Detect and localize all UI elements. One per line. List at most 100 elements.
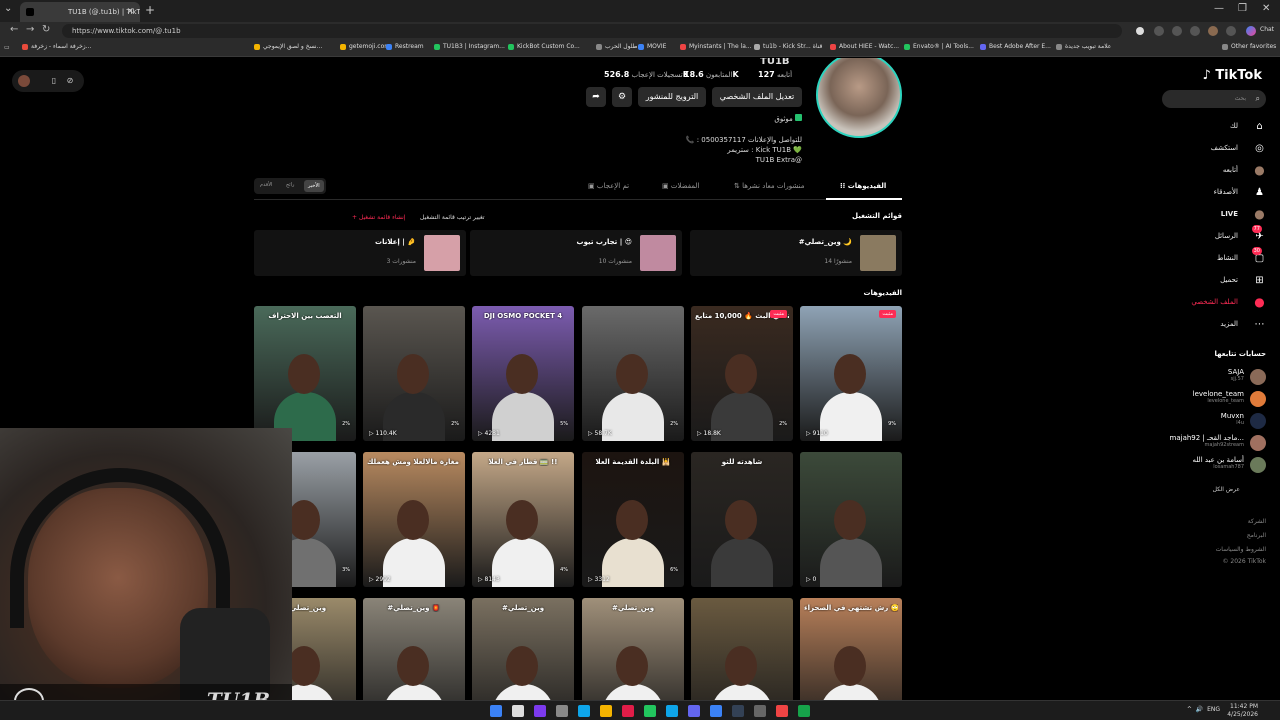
sort-oldest[interactable]: الأقدم bbox=[260, 182, 272, 188]
video-card[interactable]: دعطك مغارة مالالعلا ومش هعملك 😂 ▷ 2992 bbox=[363, 452, 465, 587]
user-avatar-icon[interactable] bbox=[18, 75, 30, 87]
tab-reposts[interactable]: ⇅ منشورات معاد نشرها bbox=[734, 182, 804, 190]
capture-icon[interactable] bbox=[754, 705, 766, 717]
sidebar-item[interactable]: المزيد bbox=[1220, 320, 1238, 328]
edge-icon[interactable] bbox=[578, 705, 590, 717]
stat-followers[interactable]: المتابعون 18.6K bbox=[684, 70, 739, 79]
video-card[interactable]: أقوى لحظة في البث 🔥 10,000 متابع !مثبت2%… bbox=[691, 306, 793, 441]
back-icon[interactable]: ← bbox=[10, 24, 18, 35]
app-icon[interactable] bbox=[644, 705, 656, 717]
star-icon[interactable] bbox=[1136, 27, 1144, 35]
settings-icon[interactable]: ⚙ bbox=[612, 87, 632, 107]
device-icon[interactable]: ▯ bbox=[48, 75, 60, 87]
video-card[interactable]: ▷ 0 bbox=[800, 452, 902, 587]
edge-browser-icon[interactable] bbox=[666, 705, 678, 717]
sidebar-item[interactable]: استكشف bbox=[1211, 144, 1238, 152]
favorites-icon[interactable] bbox=[1190, 26, 1200, 36]
following-item[interactable]: أسامة بن عبد الله losamah787 bbox=[1192, 456, 1244, 470]
video-card[interactable]: مثبت 9% ▷ 9110 bbox=[800, 306, 902, 441]
url-field[interactable]: https://www.tiktok.com/@.tu1b bbox=[62, 24, 1122, 38]
windows-start-icon[interactable] bbox=[490, 705, 502, 717]
sidebar-item[interactable]: لك bbox=[1230, 122, 1238, 130]
bookmark-item[interactable]: getemoji.com bbox=[340, 43, 390, 50]
reload-icon[interactable]: ↻ bbox=[42, 24, 50, 35]
video-card[interactable] bbox=[691, 598, 793, 700]
tab-videos[interactable]: ⁞⁞ الفيديوهات bbox=[840, 182, 886, 190]
share-icon[interactable]: ➦ bbox=[586, 87, 606, 107]
bookmark-item[interactable]: Restream bbox=[386, 43, 424, 50]
following-item[interactable]: levelone_team levelone_team bbox=[1193, 390, 1244, 404]
bookmark-item[interactable]: About HIEE - Watc... bbox=[830, 43, 899, 50]
video-card[interactable]: التعصب بين الاحتراف2%▷ 6993 bbox=[254, 306, 356, 441]
chrome-icon[interactable] bbox=[776, 705, 788, 717]
xbox-icon[interactable] bbox=[798, 705, 810, 717]
clock[interactable]: 11:42 PM 4/25/2026 bbox=[1227, 703, 1258, 719]
forward-icon[interactable]: → bbox=[26, 24, 34, 35]
video-card[interactable]: شاهدته للتو bbox=[691, 452, 793, 587]
following-item[interactable]: Muvxn l4u bbox=[1221, 412, 1244, 426]
close-window-button[interactable]: ✕ bbox=[1262, 3, 1270, 14]
sidebar-item[interactable]: الملف الشخصي bbox=[1191, 298, 1238, 306]
sort-popular[interactable]: رائج bbox=[286, 182, 294, 188]
browser-tab[interactable]: TU1B (@.tu1b) | TikTok ✕ bbox=[20, 2, 140, 22]
sort-latest[interactable]: الأخير bbox=[304, 180, 324, 192]
collections-icon[interactable] bbox=[1172, 26, 1182, 36]
video-card[interactable]: DJI OSMO POCKET 4 5% ▷ 4281 bbox=[472, 306, 574, 441]
maximize-button[interactable]: ❐ bbox=[1238, 3, 1247, 14]
compass-small-icon[interactable]: ⊘ bbox=[64, 75, 76, 87]
tiktok-logo[interactable]: ♪ TikTok bbox=[1202, 68, 1262, 83]
minimize-button[interactable]: — bbox=[1214, 3, 1224, 14]
video-card[interactable]: قطار في العلا 🚃 !! 4% ▷ 8143 bbox=[472, 452, 574, 587]
media-icon[interactable] bbox=[622, 705, 634, 717]
sidebar-item[interactable]: النشاط bbox=[1217, 254, 1238, 262]
create-playlist-button[interactable]: + إنشاء قائمة تشغيل bbox=[352, 214, 405, 221]
profile-avatar[interactable] bbox=[816, 58, 902, 138]
playlist-card[interactable]: #وين_تصلي 🌙 14 منشورًا bbox=[690, 230, 902, 276]
copilot-icon[interactable] bbox=[1246, 26, 1256, 36]
promote-post-button[interactable]: الترويج للمنشور bbox=[638, 87, 706, 107]
search-icon[interactable] bbox=[512, 705, 524, 717]
bookmark-item[interactable]: TU1B3 | Instagram... bbox=[434, 43, 505, 50]
file-explorer-icon[interactable] bbox=[600, 705, 612, 717]
bookmark-item[interactable]: Envato® | AI Tools... bbox=[904, 43, 974, 50]
system-tray[interactable]: ^ 🔊 ENG bbox=[1187, 706, 1220, 713]
chat-label[interactable]: Chat bbox=[1260, 26, 1274, 33]
stat-following[interactable]: أتابعه 127 bbox=[758, 70, 792, 79]
sidebar-item[interactable]: الأصدقاء bbox=[1214, 188, 1238, 196]
bookmark-item[interactable]: tu1b - Kick Str... قناة bbox=[754, 43, 822, 50]
profile-avatar-icon[interactable] bbox=[1208, 26, 1218, 36]
tab-liked[interactable]: ▣ تم الإعجاب bbox=[588, 182, 629, 190]
avatar[interactable] bbox=[1250, 369, 1266, 385]
language-indicator[interactable]: ENG bbox=[1207, 706, 1220, 713]
bookmark-item[interactable]: Best Adobe After E... bbox=[980, 43, 1051, 50]
new-tab-button[interactable]: + bbox=[145, 3, 155, 17]
video-card[interactable]: 2% ▷ 58.7K bbox=[582, 306, 684, 441]
settings-more-icon[interactable] bbox=[1226, 26, 1236, 36]
playlist-card[interactable]: إعلانات | 🤌 3 منشورات bbox=[254, 230, 466, 276]
video-card[interactable]: رش تشتهي في الصحراء 🙄😂 bbox=[800, 598, 902, 700]
footer-link[interactable]: البرنامج bbox=[1247, 532, 1266, 539]
bookmark-item[interactable]: طلول الحرب bbox=[596, 43, 637, 50]
avatar[interactable] bbox=[1250, 457, 1266, 473]
show-all-link[interactable]: عرض الكل bbox=[1213, 486, 1240, 493]
following-item[interactable]: majah92 | ماجد القحـ... majah92stream bbox=[1170, 434, 1244, 448]
video-card[interactable]: #وين_تصلي bbox=[582, 598, 684, 700]
copilot-icon[interactable] bbox=[534, 705, 546, 717]
discord-icon[interactable] bbox=[688, 705, 700, 717]
sidebar-item[interactable]: تحميل bbox=[1220, 276, 1238, 284]
footer-link[interactable]: الشروط والسياسات bbox=[1216, 546, 1266, 553]
avatar[interactable] bbox=[1250, 413, 1266, 429]
sidebar-item[interactable]: الرسائل bbox=[1215, 232, 1238, 240]
tab-favorites[interactable]: ▣ المفضلات bbox=[662, 182, 699, 190]
tab-list-icon[interactable]: ⌄ bbox=[4, 3, 12, 14]
avatar[interactable] bbox=[1250, 435, 1266, 451]
following-item[interactable]: SAJA sjj.57 bbox=[1228, 368, 1244, 382]
sidebar-item[interactable]: أتابعه bbox=[1223, 166, 1238, 174]
steam-icon[interactable] bbox=[732, 705, 744, 717]
playlist-card[interactable]: تجارب تيوب | 😍 10 منشورات bbox=[470, 230, 682, 276]
video-card[interactable]: 2% ▷ 110.4K bbox=[363, 306, 465, 441]
extensions-icon[interactable] bbox=[1154, 26, 1164, 36]
video-card[interactable]: #وين_تصلي bbox=[472, 598, 574, 700]
bookmark-item[interactable]: زخرفة اسماء - زخرفة... bbox=[22, 43, 91, 50]
bookmark-item[interactable]: Myinstants | The la... bbox=[680, 43, 752, 50]
